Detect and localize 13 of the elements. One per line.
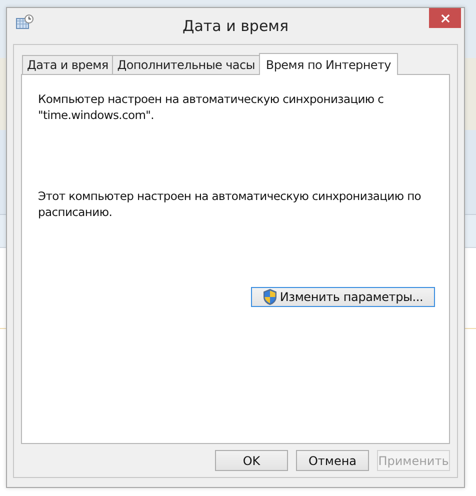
close-icon [440,14,450,22]
shield-icon [262,289,277,305]
tab[interactable]: Дата и время [22,55,114,74]
dialog-button[interactable]: Отмена [296,450,369,471]
sync-text: Компьютер настроен на автоматическую синхронизацию с "time.windows.com". [38,91,385,123]
calendar-clock-icon [16,14,34,30]
dialog-button[interactable]: OK [215,450,288,471]
close-button[interactable] [429,8,461,28]
tab[interactable]: Время по Интернету [258,53,398,75]
schedule-text: Этот компьютер настроен на автоматическую синхронизацию по расписанию. [38,188,422,220]
tab[interactable]: Дополнительные часы [112,55,260,74]
change-settings-button[interactable]: Изменить параметры... [251,287,435,307]
window-title: Дата и время [182,17,289,35]
